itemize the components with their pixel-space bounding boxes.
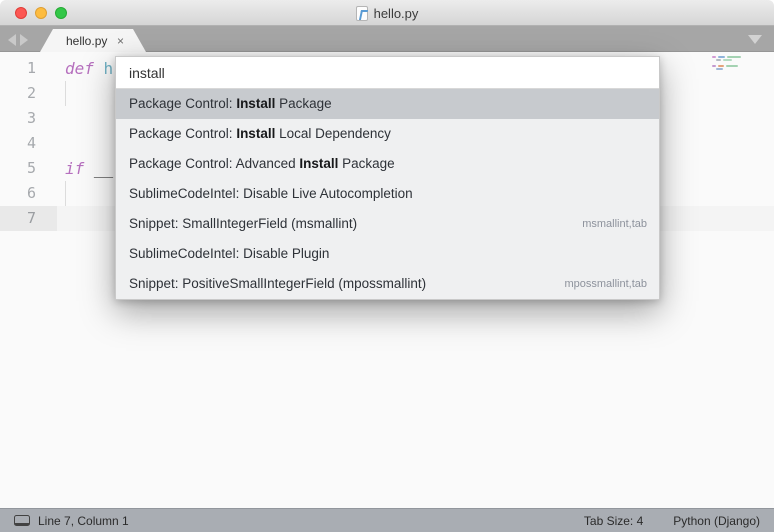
tab-close-icon[interactable]: ×	[117, 34, 124, 48]
palette-item-3[interactable]: SublimeCodeIntel: Disable Live Autocompl…	[116, 179, 659, 209]
palette-item-5[interactable]: SublimeCodeIntel: Disable Plugin	[116, 239, 659, 269]
status-bar: Line 7, Column 1 Tab Size: 4 Python (Dja…	[0, 508, 774, 532]
token-keyword: if	[65, 159, 94, 178]
code-text: if __	[65, 156, 113, 181]
tab-hello-py[interactable]: hello.py ×	[40, 29, 146, 52]
minimap-line	[716, 68, 723, 70]
prev-tab-arrow-icon[interactable]	[8, 34, 16, 46]
minimap-token	[727, 56, 741, 58]
palette-item-1[interactable]: Package Control: Install Local Dependenc…	[116, 119, 659, 149]
palette-item-label: Package Control: Install Local Dependenc…	[129, 119, 391, 149]
palette-item-2[interactable]: Package Control: Advanced Install Packag…	[116, 149, 659, 179]
tab-list-dropdown-icon[interactable]	[748, 35, 762, 44]
token-keyword: def	[65, 59, 104, 78]
minimap-line	[712, 56, 741, 58]
tab-size-control[interactable]: Tab Size: 4	[584, 514, 643, 528]
palette-item-label: Snippet: SmallIntegerField (msmallint)	[129, 209, 357, 239]
minimap-line	[712, 65, 738, 67]
line-number[interactable]: 1	[0, 56, 57, 81]
palette-item-trigger-hint: mpossmallint,tab	[564, 269, 647, 299]
tab-bar: hello.py ×	[0, 26, 774, 52]
line-number[interactable]: 7	[0, 206, 57, 231]
minimap-token	[723, 59, 732, 61]
minimap-token	[726, 65, 738, 67]
titlebar[interactable]: hello.py	[0, 0, 774, 26]
command-palette-input[interactable]	[116, 57, 659, 89]
cursor-position-label: Line 7, Column 1	[38, 514, 129, 528]
window-title: hello.py	[374, 6, 419, 21]
sublime-text-window: hello.py hello.py × 1 def h 2345 if __ 67 Pa…	[0, 0, 774, 532]
line-number[interactable]: 4	[0, 131, 57, 156]
palette-item-trigger-hint: msmallint,tab	[582, 209, 647, 239]
indent-guide	[65, 181, 66, 206]
minimap-token	[718, 56, 725, 58]
palette-item-4[interactable]: Snippet: SmallIntegerField (msmallint) ms…	[116, 209, 659, 239]
syntax-selector[interactable]: Python (Django)	[673, 514, 760, 528]
palette-item-label: Package Control: Install Package	[129, 89, 332, 119]
palette-item-6[interactable]: Snippet: PositiveSmallIntegerField (mpos…	[116, 269, 659, 299]
line-number[interactable]: 5	[0, 156, 57, 181]
line-number[interactable]: 2	[0, 81, 57, 106]
minimap-token	[716, 68, 723, 70]
palette-item-label: SublimeCodeIntel: Disable Plugin	[129, 239, 329, 269]
minimap-token	[712, 56, 716, 58]
command-palette: Package Control: Install PackagePackage …	[115, 56, 660, 300]
indent-guide	[65, 81, 66, 106]
minimap-token	[712, 65, 716, 67]
editor-pane[interactable]: 1 def h 2345 if __ 67 Package Control: Insta…	[0, 52, 774, 508]
token-plain: __	[94, 159, 113, 178]
palette-item-label: Package Control: Advanced Install Packag…	[129, 149, 395, 179]
show-panel-icon[interactable]	[14, 515, 30, 526]
minimap-token	[718, 65, 724, 67]
next-tab-arrow-icon[interactable]	[20, 34, 28, 46]
minimap-line	[716, 59, 732, 61]
token-func: h	[104, 59, 114, 78]
minimap-token	[716, 59, 721, 61]
line-number[interactable]: 6	[0, 181, 57, 206]
tab-label: hello.py	[66, 34, 107, 48]
code-text: def h	[65, 56, 113, 81]
line-number[interactable]: 3	[0, 106, 57, 131]
palette-item-label: Snippet: PositiveSmallIntegerField (mpos…	[129, 269, 426, 299]
palette-item-0[interactable]: Package Control: Install Package	[116, 89, 659, 119]
minimap[interactable]	[710, 56, 766, 76]
palette-item-label: SublimeCodeIntel: Disable Live Autocompl…	[129, 179, 413, 209]
document-icon	[356, 6, 368, 21]
